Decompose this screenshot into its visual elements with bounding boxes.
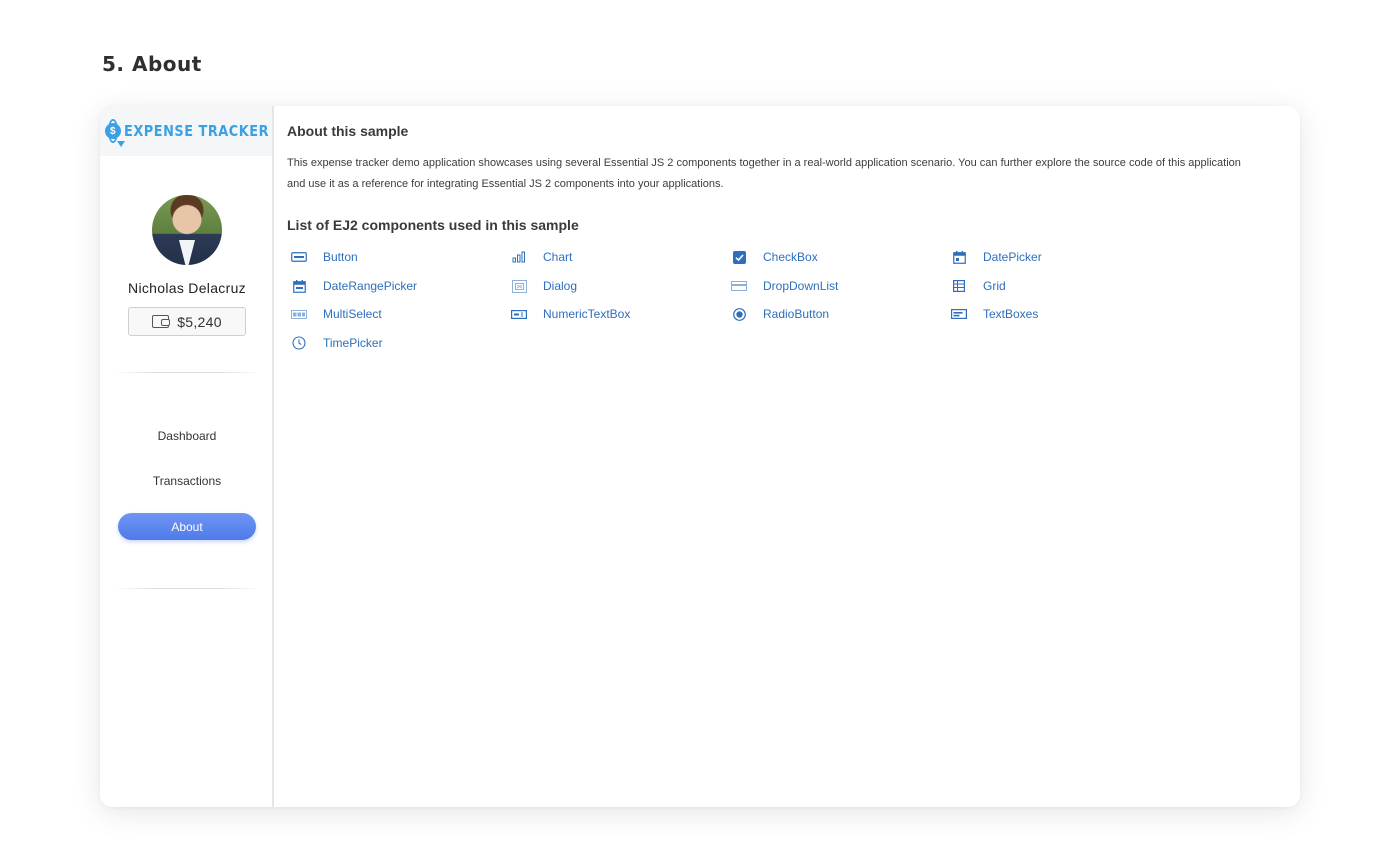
list-item[interactable]: DateRangePicker <box>291 276 417 296</box>
checkbox-icon <box>731 249 747 265</box>
component-label: TimePicker <box>323 336 383 350</box>
component-label: Dialog <box>543 279 578 293</box>
dropdown-icon <box>731 278 747 294</box>
component-label: CheckBox <box>763 250 818 264</box>
brand-name: EXPENSE TRACKER <box>123 122 269 140</box>
list-item[interactable]: TextBoxes <box>951 304 1038 324</box>
page-title: About this sample <box>287 123 409 139</box>
main-content: About this sample This expense tracker d… <box>274 106 1300 807</box>
clock-icon <box>291 335 307 351</box>
component-label: Grid <box>983 279 1006 293</box>
nav-item-dashboard[interactable]: Dashboard <box>100 429 274 443</box>
wallet-icon <box>152 315 171 328</box>
app-window: $ EXPENSE TRACKER Nicholas Delacruz $5,2… <box>100 106 1300 807</box>
component-label: TextBoxes <box>983 307 1039 321</box>
description-line-2: and use it as a reference for integratin… <box>287 178 724 190</box>
logo-icon: $ <box>104 119 125 147</box>
components-title: List of EJ2 components used in this samp… <box>287 217 579 233</box>
grid-icon <box>951 278 967 294</box>
list-item[interactable]: MultiSelect <box>291 304 382 324</box>
list-item[interactable]: Grid <box>951 276 1006 296</box>
component-label: RadioButton <box>763 307 830 321</box>
list-item[interactable]: Dialog <box>511 276 577 296</box>
component-label: DateRangePicker <box>323 279 418 293</box>
component-label: MultiSelect <box>323 307 382 321</box>
component-label: DatePicker <box>983 250 1042 264</box>
list-item[interactable]: Button <box>291 247 358 267</box>
button-icon <box>291 249 307 265</box>
list-item[interactable]: Chart <box>511 247 572 267</box>
list-item[interactable]: DropDownList <box>731 276 838 296</box>
divider <box>112 372 262 373</box>
nav-item-transactions[interactable]: Transactions <box>100 474 274 488</box>
textbox-icon <box>951 306 967 322</box>
calendar-range-icon <box>291 278 307 294</box>
component-label: Chart <box>543 250 573 264</box>
list-item[interactable]: NumericTextBox <box>511 304 630 324</box>
logo-glyph: $ <box>110 125 116 137</box>
avatar <box>152 195 222 265</box>
sidebar: $ EXPENSE TRACKER Nicholas Delacruz $5,2… <box>100 106 274 807</box>
section-heading: 5. About <box>102 52 202 76</box>
list-item[interactable]: TimePicker <box>291 333 383 353</box>
balance-badge: $5,240 <box>128 307 246 336</box>
list-item[interactable]: RadioButton <box>731 304 829 324</box>
component-label: Button <box>323 250 358 264</box>
chart-icon <box>511 249 527 265</box>
radio-icon <box>731 306 747 322</box>
list-item[interactable]: DatePicker <box>951 247 1042 267</box>
user-name: Nicholas Delacruz <box>128 280 246 296</box>
nav-item-about[interactable]: About <box>118 513 256 540</box>
calendar-icon <box>951 249 967 265</box>
divider <box>112 588 262 589</box>
component-label: DropDownList <box>763 279 839 293</box>
description-line-1: This expense tracker demo application sh… <box>287 157 1241 169</box>
balance-value: $5,240 <box>177 313 222 330</box>
numeric-textbox-icon <box>511 306 527 322</box>
list-item[interactable]: CheckBox <box>731 247 818 267</box>
component-label: NumericTextBox <box>543 307 631 321</box>
description: This expense tracker demo application sh… <box>287 153 1287 195</box>
dialog-icon <box>511 278 527 294</box>
brand-header[interactable]: $ EXPENSE TRACKER <box>100 106 272 156</box>
multiselect-icon <box>291 306 307 322</box>
